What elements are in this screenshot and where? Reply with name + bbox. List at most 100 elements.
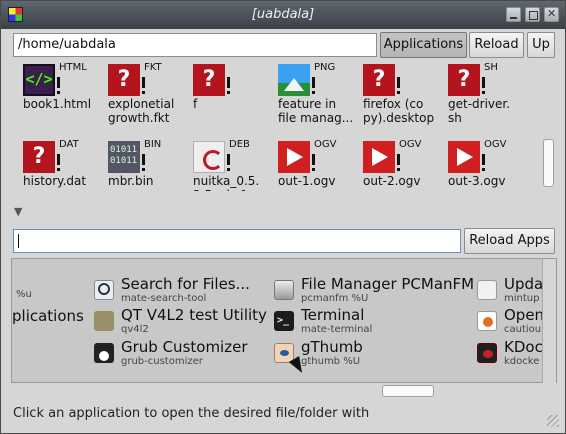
applications-vertical-scrollbar[interactable] bbox=[542, 259, 556, 383]
update-shield-icon bbox=[477, 280, 497, 300]
html-file-icon: </> bbox=[23, 64, 55, 96]
unknown-file-icon: ? bbox=[108, 64, 140, 96]
app-name: File Manager PCManFM bbox=[301, 275, 475, 293]
title-bar[interactable]: [uabdala] bbox=[1, 1, 565, 29]
file-item[interactable]: ? f bbox=[193, 64, 277, 130]
file-type-label: DAT bbox=[59, 139, 79, 150]
unsaved-mark-icon bbox=[227, 77, 230, 94]
app-item[interactable]: >_ Terminal mate-terminal bbox=[274, 307, 394, 337]
app-command: kdocke bbox=[504, 356, 540, 367]
penguin-icon bbox=[94, 343, 114, 363]
minimize-button[interactable] bbox=[506, 7, 521, 22]
file-item[interactable]: </> HTML book1.html bbox=[23, 62, 107, 130]
expander-arrow-icon[interactable]: ▼ bbox=[14, 205, 22, 218]
app-item[interactable]: QT V4L2 test Utility qv4l2 bbox=[94, 307, 274, 337]
maximize-button[interactable] bbox=[525, 7, 540, 22]
binary-file-icon: 01011 01011 bbox=[108, 141, 140, 173]
file-name: mbr.bin bbox=[108, 174, 154, 188]
reload-apps-button[interactable]: Reload Apps bbox=[464, 228, 555, 254]
java-icon bbox=[477, 311, 497, 331]
status-text: Click an application to open the desired… bbox=[13, 406, 370, 421]
status-bar: Click an application to open the desired… bbox=[1, 403, 565, 433]
file-grid: </> HTML book1.html ? FKT explonetial gr… bbox=[13, 61, 556, 191]
file-item[interactable]: DEB nuitka_0.5. 3.5+ds-1_a... bbox=[193, 139, 277, 191]
unsaved-mark-icon bbox=[227, 154, 230, 171]
file-type-label: SH bbox=[484, 62, 498, 73]
applications-list: %u plications Search for Files... mate-s… bbox=[11, 258, 557, 383]
unsaved-mark-icon bbox=[397, 77, 400, 94]
file-item[interactable]: OGV out-2.ogv bbox=[363, 139, 447, 191]
app-command: mate-search-tool bbox=[121, 293, 207, 304]
video-file-icon bbox=[363, 141, 395, 173]
terminal-icon: >_ bbox=[274, 311, 294, 331]
unsaved-mark-icon bbox=[312, 77, 315, 94]
app-command: qv4l2 bbox=[121, 324, 149, 335]
file-type-label: PNG bbox=[314, 62, 336, 73]
unsaved-mark-icon bbox=[482, 77, 485, 94]
file-item[interactable]: PNG feature in file manag... bbox=[278, 62, 362, 130]
file-item[interactable]: OGV out-1.ogv bbox=[278, 139, 362, 191]
applications-button[interactable]: Applications bbox=[380, 32, 467, 58]
unknown-file-icon: ? bbox=[193, 64, 225, 96]
app-name: QT V4L2 test Utility bbox=[121, 306, 267, 324]
unknown-file-icon: ? bbox=[448, 64, 480, 96]
file-item[interactable]: OGV out-3.ogv bbox=[448, 139, 532, 191]
file-item[interactable]: 01011 01011 BIN mbr.bin bbox=[108, 139, 192, 191]
up-button[interactable]: Up bbox=[527, 32, 555, 58]
text-caret bbox=[18, 234, 19, 248]
file-name: history.dat bbox=[23, 174, 87, 188]
search-icon bbox=[94, 280, 114, 300]
app-item[interactable]: Grub Customizer grub-customizer bbox=[94, 339, 264, 369]
file-type-label: OGV bbox=[314, 139, 337, 150]
app-name-fragment[interactable]: plications bbox=[12, 307, 84, 325]
file-item[interactable]: ? FKT explonetial growth.fkt bbox=[108, 62, 192, 130]
file-type-label: OGV bbox=[399, 139, 422, 150]
app-item[interactable]: Search for Files... mate-search-tool bbox=[94, 276, 264, 306]
file-type-label: HTML bbox=[59, 62, 87, 73]
file-item[interactable]: ? firefox (co py).desktop bbox=[363, 64, 447, 130]
app-command: gthumb %U bbox=[301, 356, 361, 367]
path-input[interactable]: /home/uabdala bbox=[13, 33, 377, 57]
resize-grip-icon[interactable] bbox=[547, 415, 559, 427]
file-name: nuitka_0.5. 3.5+ds-1_a... bbox=[193, 174, 273, 191]
file-grid-scroll-thumb[interactable] bbox=[543, 139, 554, 187]
file-name: out-2.ogv bbox=[363, 174, 421, 188]
unsaved-mark-icon bbox=[312, 154, 315, 171]
app-cmd-fragment: %u bbox=[16, 289, 32, 300]
file-type-label: BIN bbox=[144, 139, 162, 150]
unsaved-mark-icon bbox=[482, 154, 485, 171]
reload-button[interactable]: Reload bbox=[469, 32, 524, 58]
file-name: book1.html bbox=[23, 97, 92, 111]
unsaved-mark-icon bbox=[142, 77, 145, 94]
file-grid-scrollbar[interactable] bbox=[541, 63, 555, 191]
video-file-icon bbox=[448, 141, 480, 173]
file-name: out-3.ogv bbox=[448, 174, 506, 188]
unknown-file-icon: ? bbox=[363, 64, 395, 96]
app-search-input[interactable] bbox=[13, 229, 461, 253]
app-name: Grub Customizer bbox=[121, 338, 248, 356]
unsaved-mark-icon bbox=[57, 154, 60, 171]
app-command: pcmanfm %U bbox=[301, 293, 369, 304]
file-name: out-1.ogv bbox=[278, 174, 336, 188]
app-name: Search for Files... bbox=[121, 275, 250, 293]
app-command: mate-terminal bbox=[301, 324, 373, 335]
file-item[interactable]: ? DAT history.dat bbox=[23, 139, 107, 191]
applications-horizontal-scroll-thumb[interactable] bbox=[382, 385, 434, 397]
video-file-icon bbox=[278, 141, 310, 173]
file-type-label: DEB bbox=[229, 139, 250, 150]
app-name: Upda bbox=[504, 275, 544, 293]
file-name: firefox (co py).desktop bbox=[363, 97, 435, 125]
app-name: Terminal bbox=[301, 306, 365, 324]
app-item[interactable]: File Manager PCManFM pcmanfm %U bbox=[274, 276, 474, 306]
app-command: grub-customizer bbox=[121, 356, 203, 367]
file-name: feature in file manag... bbox=[278, 97, 354, 125]
app-command: cautiou bbox=[504, 324, 542, 335]
image-file-icon bbox=[278, 64, 310, 96]
close-button[interactable] bbox=[544, 7, 559, 22]
kdocker-icon bbox=[477, 343, 497, 363]
file-type-label: OGV bbox=[484, 139, 507, 150]
unsaved-mark-icon bbox=[57, 77, 60, 94]
app-name: Open bbox=[504, 306, 545, 324]
unsaved-mark-icon bbox=[397, 154, 400, 171]
file-item[interactable]: ? SH get-driver. sh bbox=[448, 62, 532, 130]
